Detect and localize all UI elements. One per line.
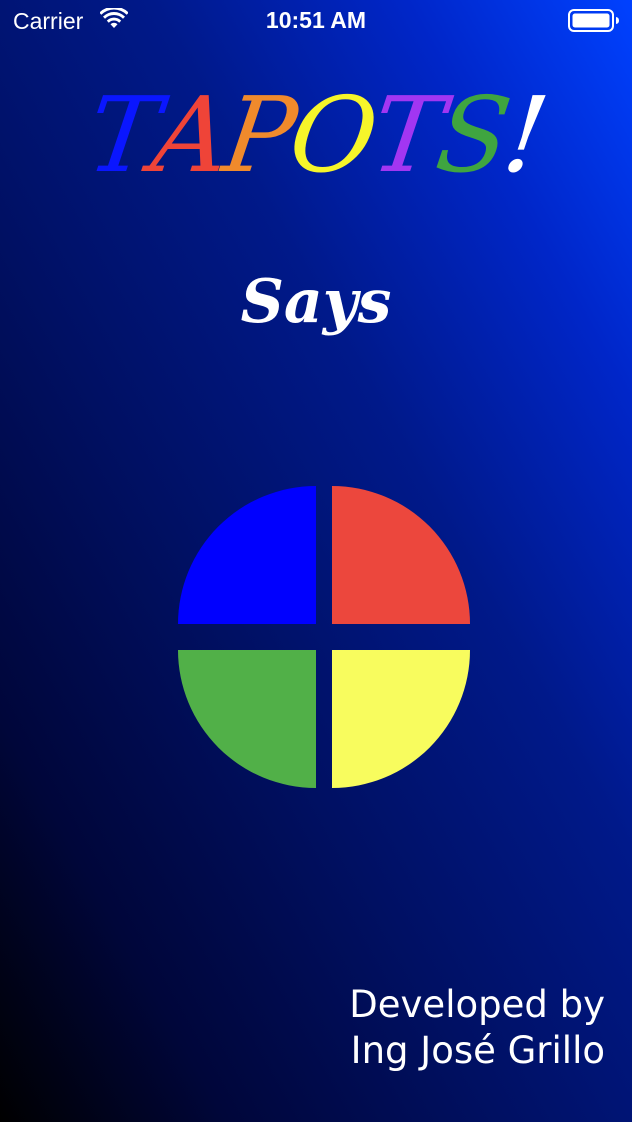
yellow-pad-button[interactable] [332, 650, 470, 788]
blue-pad-button[interactable] [178, 486, 316, 624]
app-subtitle: Says [240, 267, 392, 337]
credits-line-2: Ing José Grillo [350, 1029, 605, 1072]
developer-credits: Developed by Ing José Grillo [349, 982, 605, 1074]
status-time: 10:51 AM [265, 7, 367, 33]
red-pad-button[interactable] [332, 486, 470, 624]
app-title: TAPOTS! [0, 70, 632, 200]
battery-icon [568, 9, 620, 33]
green-pad-button[interactable] [178, 650, 316, 788]
credits-line-1: Developed by [349, 983, 605, 1026]
game-pad [178, 486, 470, 788]
status-bar: Carrier 10:51 AM [0, 0, 632, 40]
